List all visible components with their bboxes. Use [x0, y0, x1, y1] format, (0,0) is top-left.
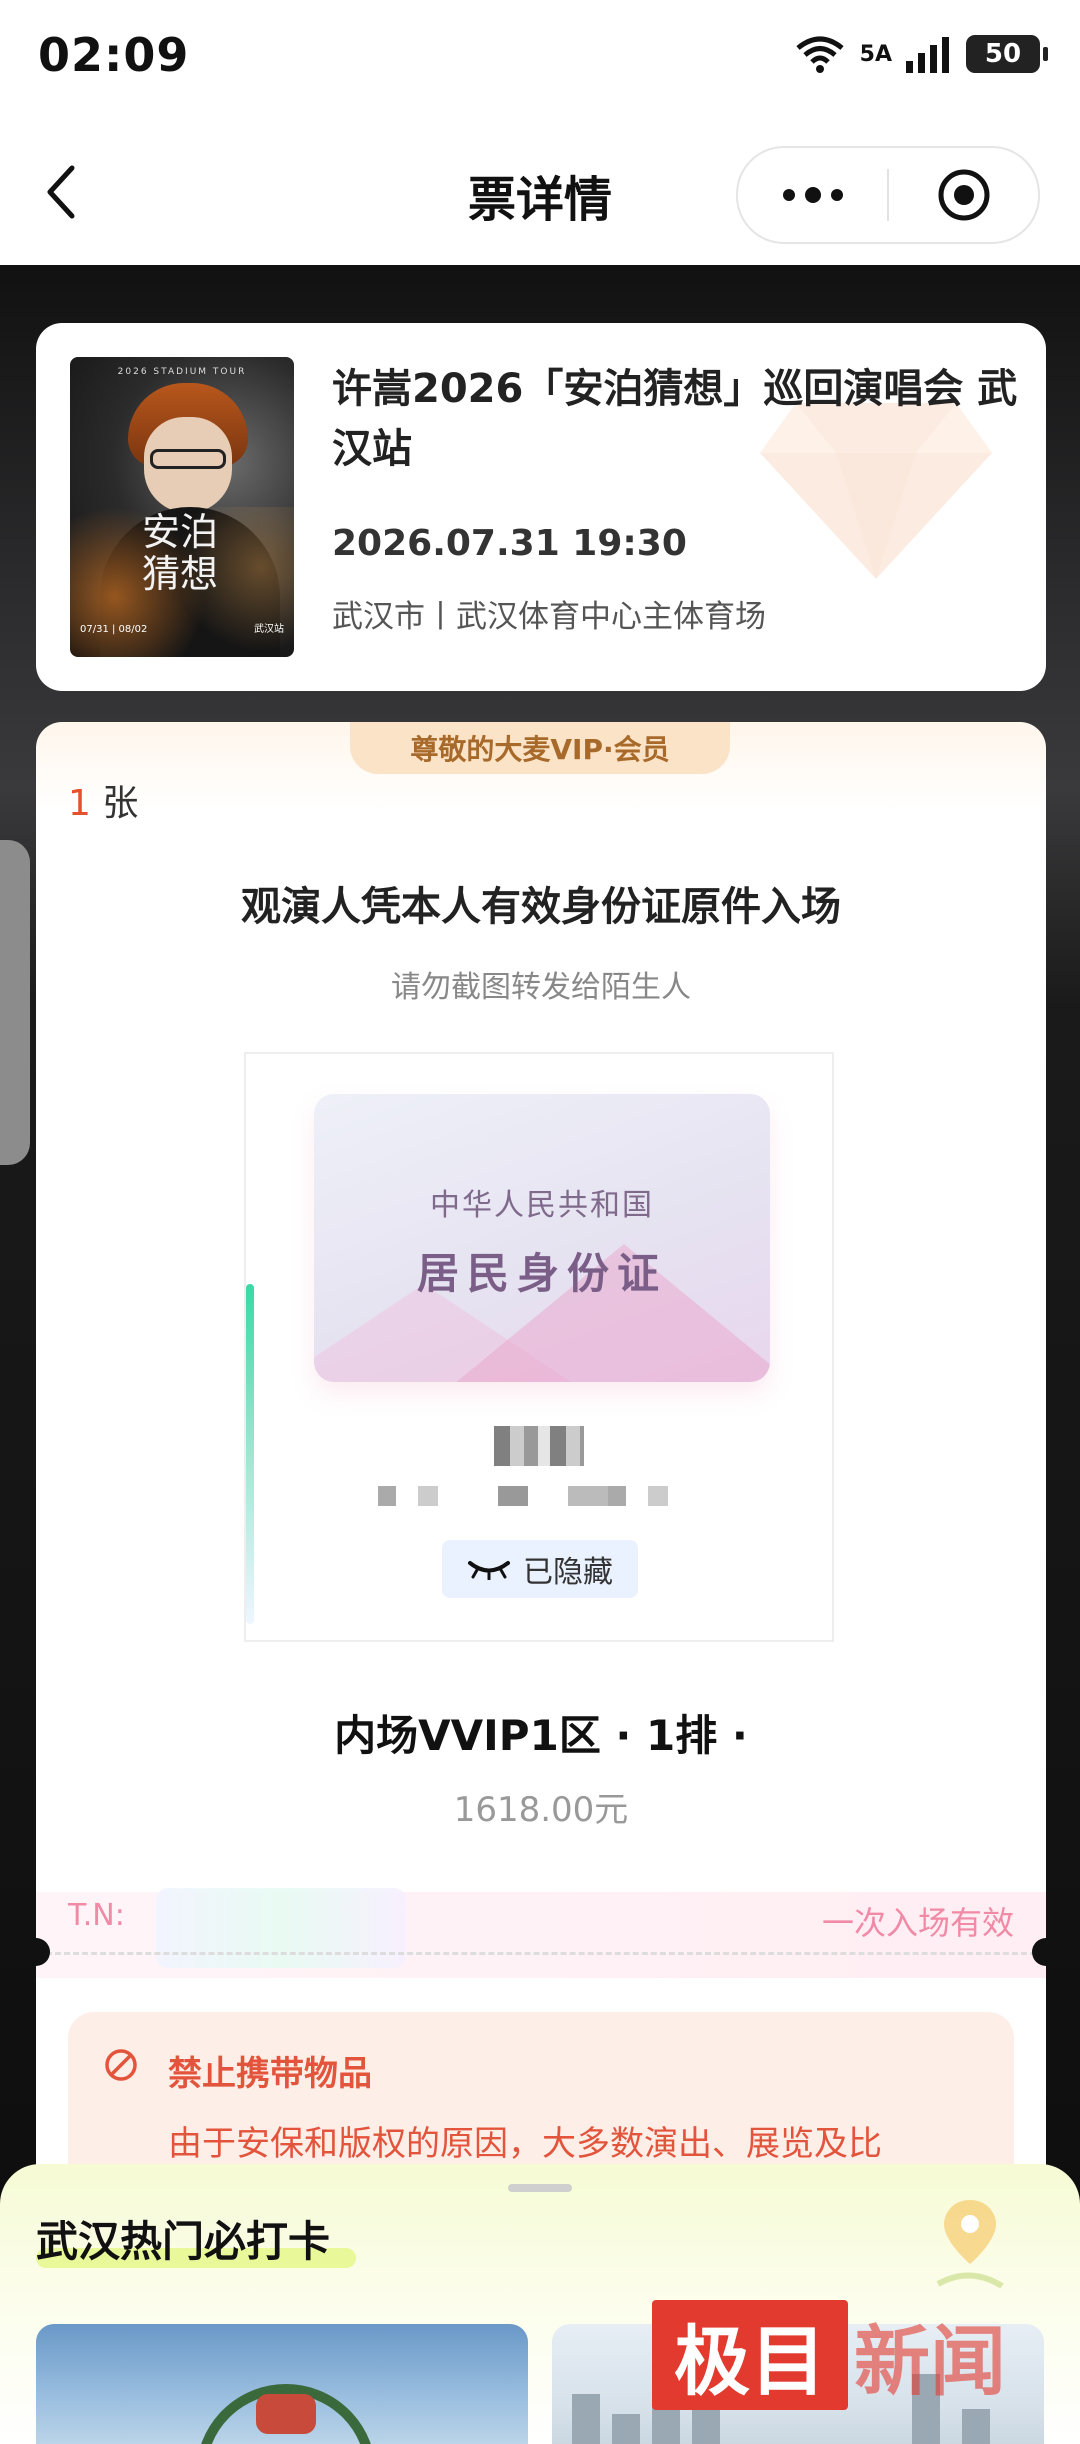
masked-holder-name — [494, 1426, 584, 1466]
status-bar: 02:09 5A 50 — [0, 0, 1080, 120]
ticket-count: 1 张 — [68, 774, 138, 826]
close-miniapp-button[interactable] — [889, 148, 1038, 242]
poster-dates: 07/31 | 08/02 — [80, 624, 148, 635]
building-graphic — [962, 2409, 990, 2444]
id-credential-panel: 中华人民共和国 居民身份证 已隐藏 — [244, 1052, 834, 1642]
more-button[interactable] — [738, 148, 887, 242]
poster-glasses — [150, 449, 226, 469]
miniapp-capsule — [736, 146, 1040, 244]
id-card-country: 中华人民共和国 — [430, 1188, 654, 1223]
status-time: 02:09 — [38, 28, 190, 82]
ticket-price: 1618.00元 — [453, 1790, 629, 1830]
hidden-label: 已隐藏 — [523, 1555, 613, 1590]
perforation-line — [46, 1952, 1036, 1955]
event-card[interactable]: 2026 STADIUM TOUR 安泊猜想 07/31 | 08/02 武汉站… — [36, 323, 1046, 691]
prohibited-icon — [105, 2049, 137, 2081]
event-datetime: 2026.07.31 19:30 — [332, 523, 687, 564]
entry-rule: 一次入场有效 — [821, 1904, 1014, 1942]
network-type: 5A — [859, 41, 892, 67]
poster-title: 安泊猜想 — [142, 510, 219, 596]
ride-graphic — [256, 2394, 316, 2434]
building-graphic — [612, 2414, 640, 2444]
notice-body: 由于安保和版权的原因，大多数演出、展览及比 — [168, 2124, 882, 2164]
poster-city: 武汉站 — [254, 624, 284, 635]
attraction-card-amusement-park[interactable] — [36, 2324, 528, 2444]
battery-level: 50 — [984, 39, 1022, 69]
event-venue: 武汉市丨武汉体育中心主体育场 — [332, 599, 766, 635]
vip-badge: 尊敬的大麦VIP·会员 — [350, 722, 730, 774]
entry-warning: 请勿截图转发给陌生人 — [391, 970, 691, 1005]
masked-id-number — [378, 1486, 708, 1506]
ticket-count-unit: 张 — [102, 783, 139, 824]
ticket-count-number: 1 — [68, 783, 91, 824]
nav-bar: 票详情 — [0, 120, 1080, 265]
ticket-card: 尊敬的大麦VIP·会员 1 张 观演人凭本人有效身份证原件入场 请勿截图转发给陌… — [36, 722, 1046, 2202]
signal-icon — [906, 37, 949, 73]
location-pin-icon — [936, 2200, 1004, 2289]
event-poster[interactable]: 2026 STADIUM TOUR 安泊猜想 07/31 | 08/02 武汉站 — [70, 357, 294, 657]
sheet-title: 武汉热门必打卡 — [36, 2217, 331, 2266]
sheet-grabber[interactable] — [508, 2184, 572, 2192]
ticket-number-label: T.N: — [68, 1898, 125, 1933]
battery-icon: 50 — [966, 35, 1048, 73]
watermark-text: 新闻 — [854, 2317, 1006, 2406]
eye-closed-icon — [468, 1561, 510, 1580]
building-graphic — [572, 2394, 600, 2444]
building-graphic — [692, 2404, 720, 2444]
entry-requirement: 观演人凭本人有效身份证原件入场 — [241, 884, 841, 930]
wifi-icon — [796, 36, 844, 73]
news-watermark: 极目 新闻 — [652, 2300, 1006, 2410]
notice-title: 禁止携带物品 — [168, 2054, 372, 2094]
poster-tour-label: 2026 STADIUM TOUR — [117, 367, 247, 377]
system-icons: 5A 50 — [794, 34, 1048, 74]
id-card-image: 中华人民共和国 居民身份证 — [314, 1094, 770, 1382]
seat-info: 内场VVIP1区 · 1排 · — [334, 1711, 748, 1760]
validity-gradient-bar — [246, 1284, 254, 1624]
toggle-hidden-button[interactable]: 已隐藏 — [442, 1540, 638, 1598]
event-title: 许嵩2026「安泊猜想」巡回演唱会 武汉站 — [332, 366, 1018, 472]
masked-ticket-number — [156, 1888, 406, 1968]
watermark-logo: 极目 — [652, 2300, 848, 2410]
side-drawer-handle[interactable] — [0, 840, 30, 1165]
more-dots-icon — [782, 187, 843, 203]
target-close-icon — [938, 169, 989, 221]
id-card-type: 居民身份证 — [416, 1249, 667, 1298]
